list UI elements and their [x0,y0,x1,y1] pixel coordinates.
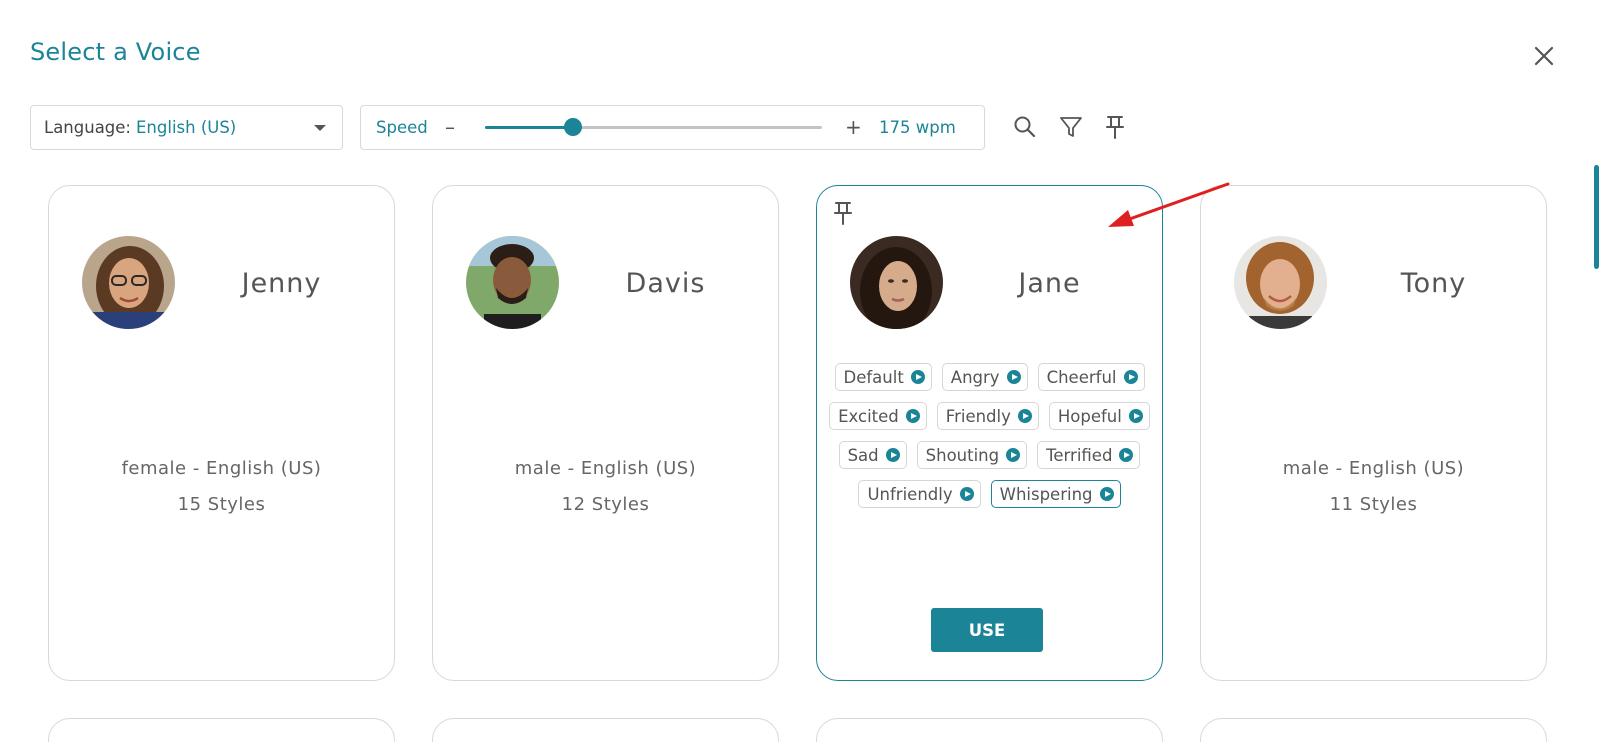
speed-label: Speed [376,118,428,137]
speed-slider[interactable] [485,118,822,136]
speed-increase-button[interactable]: + [845,115,862,139]
voice-name: Jenny [241,268,322,299]
scrollbar[interactable] [1592,165,1600,742]
speed-value: 175 wpm [879,118,956,137]
chevron-down-icon [314,125,326,131]
style-chip[interactable]: Angry [941,363,1028,391]
play-icon[interactable] [1119,448,1134,462]
voice-name: Davis [625,268,706,299]
voice-card-jenny[interactable]: Jenny female - English (US) 15 Styles [48,185,395,681]
voice-card-jane[interactable]: Jane Default Angry Cheerful Excited Friendly… [816,185,1163,681]
style-chip[interactable]: Cheerful [1037,363,1145,391]
style-chip[interactable]: Excited [829,402,927,430]
style-chip[interactable]: Whispering [990,480,1121,508]
use-button[interactable]: USE [931,608,1043,652]
style-chip-label: Angry [950,367,1000,387]
style-chip[interactable]: Friendly [936,402,1039,430]
play-icon[interactable] [1006,370,1021,384]
style-chip-label: Whispering [999,484,1093,504]
voice-card-tony[interactable]: Tony male - English (US) 11 Styles [1200,185,1547,681]
style-chip[interactable]: Sad [838,441,907,469]
voice-card[interactable] [432,718,779,742]
play-icon[interactable] [885,448,900,462]
style-chip-label: Cheerful [1046,367,1117,387]
style-chip[interactable]: Shouting [916,441,1028,469]
voice-description: female - English (US) [121,458,322,479]
style-chip[interactable]: Terrified [1037,441,1141,469]
avatar [82,236,175,329]
close-icon[interactable] [1530,42,1558,70]
speed-control: Speed – + 175 wpm [360,105,985,150]
play-icon[interactable] [959,487,974,501]
style-chip-label: Default [843,367,904,387]
voice-name: Tony [1400,268,1467,299]
style-chip-label: Friendly [945,406,1011,426]
language-value: English (US) [136,118,237,137]
style-chip[interactable]: Default [834,363,932,391]
play-icon[interactable] [1128,409,1143,423]
voice-card[interactable] [48,718,395,742]
style-chip-label: Sad [847,445,879,465]
play-icon[interactable] [1006,448,1021,462]
voice-description: male - English (US) [1282,458,1465,479]
voice-card-davis[interactable]: Davis male - English (US) 12 Styles [432,185,779,681]
language-label: Language: [44,118,131,137]
voice-name: Jane [1018,268,1081,299]
voice-description: male - English (US) [514,458,697,479]
voice-styles-count: 15 Styles [177,494,266,515]
pin-icon[interactable] [831,200,855,226]
voice-styles-count: 12 Styles [561,494,650,515]
voice-styles-count: 11 Styles [1329,494,1418,515]
speed-slider-fill [485,126,573,129]
avatar [850,236,943,329]
speed-slider-thumb[interactable] [563,118,582,136]
dialog-title: Select a Voice [30,38,201,66]
style-chip-label: Unfriendly [867,484,953,504]
voice-style-list: Default Angry Cheerful Excited Friendly Hopef… [827,363,1152,508]
style-chip-label: Shouting [925,445,1000,465]
speed-decrease-button[interactable]: – [445,115,455,139]
style-chip-label: Hopeful [1057,406,1122,426]
play-icon[interactable] [910,370,925,384]
voice-card[interactable] [816,718,1163,742]
play-icon[interactable] [1017,409,1032,423]
voice-card[interactable] [1200,718,1547,742]
filter-icon[interactable] [1058,114,1084,140]
search-icon[interactable] [1012,114,1038,140]
scrollbar-thumb[interactable] [1594,165,1599,269]
language-select[interactable]: Language: English (US) [30,105,343,150]
avatar [1234,236,1327,329]
avatar [466,236,559,329]
play-icon[interactable] [1099,487,1114,501]
pin-icon[interactable] [1102,114,1128,140]
style-chip[interactable]: Unfriendly [858,480,981,508]
style-chip-label: Terrified [1046,445,1113,465]
style-chip-label: Excited [838,406,899,426]
play-icon[interactable] [905,409,920,423]
style-chip[interactable]: Hopeful [1048,402,1150,430]
play-icon[interactable] [1123,370,1138,384]
